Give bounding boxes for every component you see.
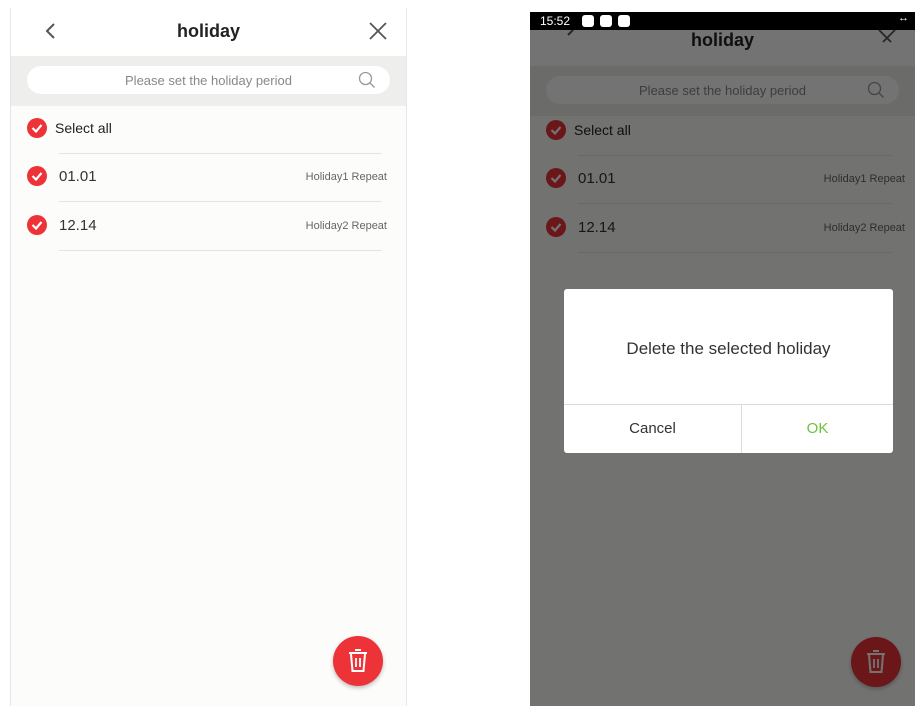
search-placeholder: Please set the holiday period [125,73,292,88]
delete-button[interactable] [333,636,383,686]
search-input[interactable]: Please set the holiday period [27,66,390,94]
title-bar: holiday [11,8,406,56]
divider [59,201,382,202]
select-all-label: Select all [55,120,112,136]
notification-icon [582,15,594,27]
status-bar: 15:52 ↔ [530,12,915,30]
search-bar: Please set the holiday period [11,56,406,106]
confirm-dialog: Delete the selected holiday Cancel OK [564,289,893,453]
checkmark-icon[interactable] [27,166,47,186]
list-item[interactable]: 12.14 Holiday2 Repeat [11,203,406,251]
network-icon: ↔ [898,12,909,24]
status-time: 15:52 [540,14,571,28]
trash-icon [349,649,367,672]
holiday-screen: holiday Please set the holiday period Se… [10,8,407,706]
cancel-button[interactable]: Cancel [564,405,741,453]
holiday-date: 12.14 [59,217,97,234]
holiday-info: Holiday1 Repeat [305,171,387,183]
notification-icon [600,15,612,27]
search-icon[interactable] [358,71,376,89]
checkmark-icon[interactable] [27,215,47,235]
close-icon[interactable] [368,21,388,41]
select-all-row[interactable]: Select all [11,106,406,154]
holiday-delete-confirm-screen: 15:52 ↔ holiday Please set the holiday p… [530,12,915,706]
holiday-info: Holiday2 Repeat [305,220,387,232]
checkmark-icon[interactable] [27,118,47,138]
page-title: holiday [176,21,240,41]
list-item[interactable]: 01.01 Holiday1 Repeat [11,154,406,202]
dialog-message: Delete the selected holiday [626,339,831,358]
notification-icon [618,15,630,27]
divider [59,250,382,251]
holiday-date: 01.01 [59,168,97,185]
ok-button[interactable]: OK [742,405,893,453]
